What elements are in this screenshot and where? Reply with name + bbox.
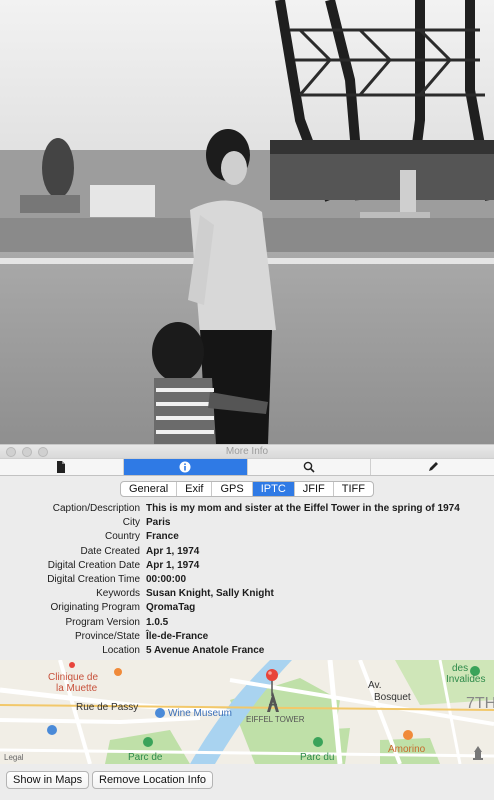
info-row-date-created: Date Created Apr 1, 1974	[0, 545, 494, 559]
info-value: 1.0.5	[146, 616, 169, 628]
info-key: Digital Creation Date	[47, 559, 140, 571]
tab-jfif[interactable]: JFIF	[295, 482, 334, 496]
info-row-city: City Paris	[0, 516, 494, 530]
info-row-location: Location 5 Avenue Anatole France	[0, 644, 494, 658]
info-icon	[179, 461, 191, 473]
magnifier-icon	[303, 461, 315, 473]
map-legal-link[interactable]: Legal	[4, 752, 24, 763]
info-key: Program Version	[65, 616, 140, 628]
map-label-wine-museum: Wine Museum	[168, 708, 232, 719]
info-row-caption: Caption/Description This is my mom and s…	[0, 502, 494, 516]
info-key: Caption/Description	[52, 503, 140, 514]
info-value: 00:00:00	[146, 574, 187, 585]
more-info-window: More Info General Exif GPS IPTC JFIF TIF…	[0, 0, 494, 800]
remove-location-info-button[interactable]: Remove Location Info	[92, 771, 214, 789]
info-row-province-state: Province/State Île-de-France	[0, 630, 494, 644]
map-label-amorino: Amorino	[388, 744, 426, 755]
info-value: Apr 1, 1974	[146, 545, 200, 557]
window-title: More Info	[225, 446, 269, 457]
info-row-keywords: Keywords Susan Knight, Sally Knight	[0, 587, 494, 601]
photo-image	[0, 0, 494, 444]
map-label-7th: 7TH	[466, 695, 494, 712]
info-key: City	[122, 517, 140, 529]
info-row-originating-program: Originating Program QromaTag	[0, 601, 494, 615]
info-row-digital-creation-date: Digital Creation Date Apr 1, 1974	[0, 559, 494, 573]
metadata-tabs-row: General Exif GPS IPTC JFIF TIFF	[0, 476, 494, 502]
map-label-parc-de: Parc de	[128, 752, 163, 763]
map-label-parc-du: Parc du	[300, 752, 335, 763]
info-row-digital-creation-time: Digital Creation Time 00:00:00	[0, 573, 494, 587]
info-key: Country	[104, 531, 140, 543]
info-value: Paris	[146, 517, 171, 529]
map-label-clinique: Clinique de	[48, 672, 99, 683]
map-actions: Show in Maps Remove Location Info	[0, 764, 494, 800]
map-label-invalides: Invalides	[446, 674, 486, 685]
photo-preview	[0, 0, 494, 444]
info-value: France	[146, 531, 179, 543]
info-key: Province/State	[74, 630, 140, 642]
toolbar-search-button[interactable]	[248, 459, 372, 475]
info-value: 5 Avenue Anatole France	[146, 645, 265, 656]
tab-iptc[interactable]: IPTC	[252, 482, 295, 496]
info-key: Keywords	[96, 588, 140, 600]
info-row-program-version: Program Version 1.0.5	[0, 616, 494, 630]
tab-gps[interactable]: GPS	[212, 482, 253, 496]
map-label-rue-passy: Rue de Passy	[76, 702, 139, 713]
info-key: Originating Program	[50, 602, 140, 614]
map-label-des: des	[452, 663, 469, 674]
window-titlebar: More Info	[0, 444, 494, 458]
eiffel-tower-icon	[267, 692, 279, 712]
tab-general[interactable]: General	[121, 482, 178, 496]
toolbar-file-info-button[interactable]	[0, 459, 124, 475]
landmark-icon	[473, 746, 483, 760]
info-value: Île-de-France	[146, 630, 209, 642]
info-value: This is my mom and sister at the Eiffel …	[146, 503, 460, 514]
map-label-eiffel-tower: EIFFEL TOWER	[246, 715, 305, 724]
location-map[interactable]: Clinique de la Muette Rue de Passy Wine …	[0, 660, 494, 764]
document-icon	[57, 461, 66, 473]
tab-exif[interactable]: Exif	[177, 482, 213, 496]
info-key: Digital Creation Time	[47, 574, 140, 585]
info-value: Susan Knight, Sally Knight	[146, 588, 274, 600]
tab-tiff[interactable]: TIFF	[334, 482, 373, 496]
show-in-maps-button[interactable]: Show in Maps	[6, 771, 90, 789]
metadata-tabs: General Exif GPS IPTC JFIF TIFF	[120, 481, 374, 497]
iptc-info-list: Caption/Description This is my mom and s…	[0, 502, 494, 660]
map-label-av: Av.	[368, 680, 382, 691]
map-label-muette: la Muette	[56, 683, 98, 694]
toolbar-info-button[interactable]	[123, 459, 248, 475]
map-label-bosquet: Bosquet	[374, 692, 411, 703]
toolbar-edit-button[interactable]	[371, 459, 494, 475]
inspector-toolbar	[0, 458, 494, 476]
info-key: Date Created	[80, 545, 140, 557]
info-key: Location	[102, 645, 140, 656]
info-value: QromaTag	[146, 602, 196, 614]
pencil-icon	[428, 462, 438, 471]
info-row-country: Country France	[0, 530, 494, 544]
info-value: Apr 1, 1974	[146, 559, 200, 571]
